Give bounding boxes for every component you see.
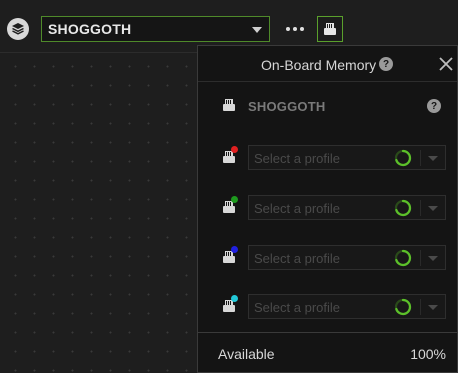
ellipsis-icon <box>286 27 290 31</box>
onboard-memory-button[interactable] <box>317 16 343 42</box>
profile-slot-2: Select a profile <box>198 195 457 221</box>
panel-header: On-Board Memory ? <box>198 46 457 82</box>
profile-select[interactable]: Select a profile <box>248 294 446 319</box>
slot-color-indicator <box>231 295 238 302</box>
profile-select-placeholder: Select a profile <box>254 251 340 266</box>
chevron-down-icon <box>428 156 438 161</box>
profile-slot-4: Select a profile <box>198 294 457 320</box>
slot-color-indicator <box>231 246 238 253</box>
profile-select-placeholder: Select a profile <box>254 151 340 166</box>
chevron-down-icon <box>252 27 262 33</box>
close-icon[interactable] <box>438 56 454 72</box>
slot-color-indicator <box>231 146 238 153</box>
device-selector[interactable]: SHOGGOTH <box>41 16 270 42</box>
panel-footer: Available 100% <box>198 332 457 372</box>
loading-spinner-icon <box>394 149 412 167</box>
memory-card-icon <box>223 99 235 111</box>
help-icon[interactable]: ? <box>379 57 393 71</box>
profile-select[interactable]: Select a profile <box>248 245 446 270</box>
profile-select[interactable]: Select a profile <box>248 195 446 220</box>
profile-select[interactable]: Select a profile <box>248 145 446 170</box>
memory-card-icon <box>324 23 336 35</box>
help-icon[interactable]: ? <box>427 99 441 113</box>
device-name: SHOGGOTH <box>248 99 326 114</box>
profile-select-placeholder: Select a profile <box>254 300 340 315</box>
loading-spinner-icon <box>394 199 412 217</box>
chevron-down-icon <box>428 256 438 261</box>
device-selector-value: SHOGGOTH <box>48 21 132 37</box>
profile-select-placeholder: Select a profile <box>254 201 340 216</box>
onboard-memory-panel: On-Board Memory ? SHOGGOTH ? Select a pr… <box>197 45 458 373</box>
profile-slot-1: Select a profile <box>198 145 457 171</box>
available-value: 100% <box>410 346 446 362</box>
more-options-button[interactable] <box>283 18 307 40</box>
panel-title: On-Board Memory <box>261 57 377 73</box>
slot-color-indicator <box>231 196 238 203</box>
chevron-down-icon <box>428 206 438 211</box>
profile-slot-3: Select a profile <box>198 245 457 271</box>
available-label: Available <box>218 346 275 362</box>
loading-spinner-icon <box>394 249 412 267</box>
chevron-down-icon <box>428 305 438 310</box>
device-row: SHOGGOTH ? <box>198 94 457 118</box>
loading-spinner-icon <box>394 298 412 316</box>
layers-icon[interactable] <box>7 18 29 40</box>
